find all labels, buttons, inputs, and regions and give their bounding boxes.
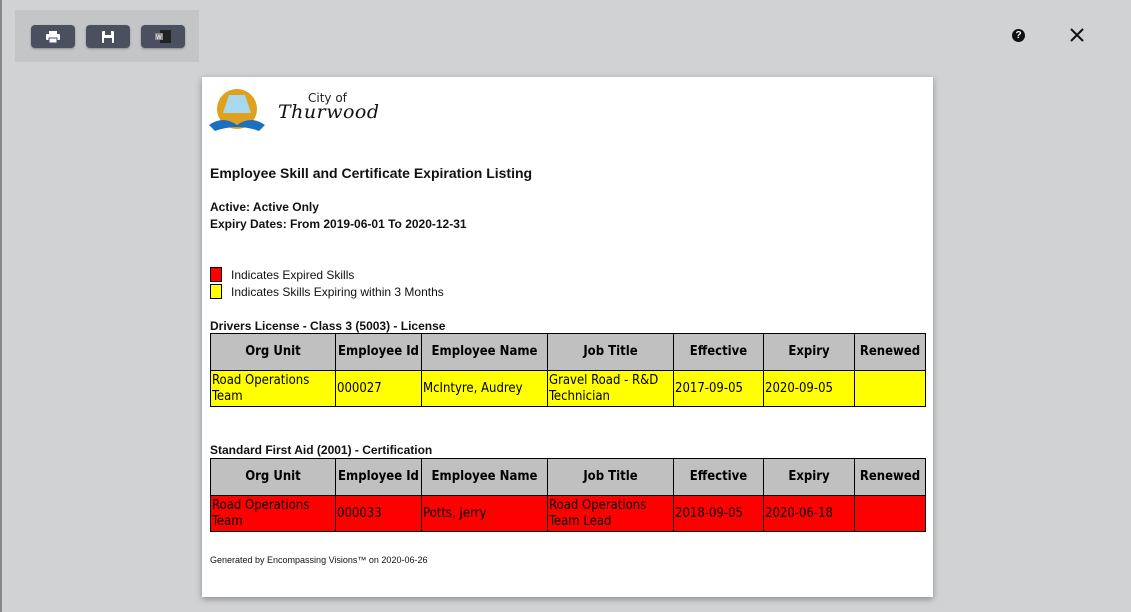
cell-job-title: Gravel Road - R&D Technician (547, 370, 674, 407)
cell-renewed (854, 495, 926, 532)
report-footer: Generated by Encompassing Visions™ on 20… (210, 555, 428, 565)
print-button[interactable] (31, 25, 75, 48)
legend-label: Indicates Skills Expiring within 3 Month… (231, 284, 444, 299)
cell-job-title: Road Operations Team Lead (547, 495, 674, 532)
table-row: Road Operations Team 000027 McIntyre, Au… (210, 370, 926, 407)
legend-swatch-yellow (210, 284, 222, 299)
cell-org-unit: Road Operations Team (210, 370, 336, 407)
skills-table: Org Unit Employee Id Employee Name Job T… (210, 333, 926, 407)
close-icon[interactable] (1067, 25, 1087, 45)
cell-effective: 2018-09-05 (673, 495, 764, 532)
word-document-icon: W (155, 30, 171, 43)
filter-expiry-dates: Expiry Dates: From 2019-06-01 To 2020-12… (210, 217, 467, 231)
help-icon[interactable]: ? (1012, 29, 1025, 42)
col-org-unit: Org Unit (210, 458, 336, 496)
filter-active: Active: Active Only (210, 200, 319, 214)
col-job-title: Job Title (547, 458, 674, 496)
col-expiry: Expiry (763, 458, 855, 496)
printer-icon (46, 30, 60, 43)
table-header-row: Org Unit Employee Id Employee Name Job T… (210, 458, 926, 496)
section-title: Drivers License - Class 3 (5003) - Licen… (210, 319, 446, 333)
cell-expiry: 2020-09-05 (763, 370, 855, 407)
table-row: Road Operations Team 000033 Potts, Jerry… (210, 495, 926, 532)
col-employee-name: Employee Name (421, 333, 548, 371)
report-page: City of Thurwood Employee Skill and Cert… (202, 77, 933, 597)
col-effective: Effective (673, 333, 764, 371)
col-org-unit: Org Unit (210, 333, 336, 371)
section-title: Standard First Aid (2001) - Certificatio… (210, 443, 433, 457)
table-header-row: Org Unit Employee Id Employee Name Job T… (210, 333, 926, 371)
save-button[interactable] (86, 25, 130, 48)
logo-city-name: Thurwood (278, 101, 380, 123)
cell-effective: 2017-09-05 (673, 370, 764, 407)
col-effective: Effective (673, 458, 764, 496)
cell-org-unit: Road Operations Team (210, 495, 336, 532)
col-employee-id: Employee Id (335, 333, 422, 371)
cell-expiry: 2020-06-18 (763, 495, 855, 532)
cell-renewed (854, 370, 926, 407)
svg-text:W: W (156, 35, 162, 41)
col-employee-name: Employee Name (421, 458, 548, 496)
skills-table: Org Unit Employee Id Employee Name Job T… (210, 458, 926, 532)
col-job-title: Job Title (547, 333, 674, 371)
floppy-disk-icon (102, 30, 114, 43)
cell-employee-id: 000027 (335, 370, 422, 407)
report-toolbar: W (15, 10, 199, 62)
legend-expiring: Indicates Skills Expiring within 3 Month… (210, 284, 444, 299)
report-title: Employee Skill and Certificate Expiratio… (210, 165, 533, 181)
legend-label: Indicates Expired Skills (231, 267, 355, 282)
col-renewed: Renewed (854, 333, 926, 371)
legend-expired: Indicates Expired Skills (210, 267, 354, 282)
col-expiry: Expiry (763, 333, 855, 371)
legend-swatch-red (210, 267, 222, 282)
cell-employee-name: McIntyre, Audrey (421, 370, 548, 407)
col-employee-id: Employee Id (335, 458, 422, 496)
export-word-button[interactable]: W (141, 25, 185, 48)
col-renewed: Renewed (854, 458, 926, 496)
cell-employee-name: Potts, Jerry (421, 495, 548, 532)
cell-employee-id: 000033 (335, 495, 422, 532)
